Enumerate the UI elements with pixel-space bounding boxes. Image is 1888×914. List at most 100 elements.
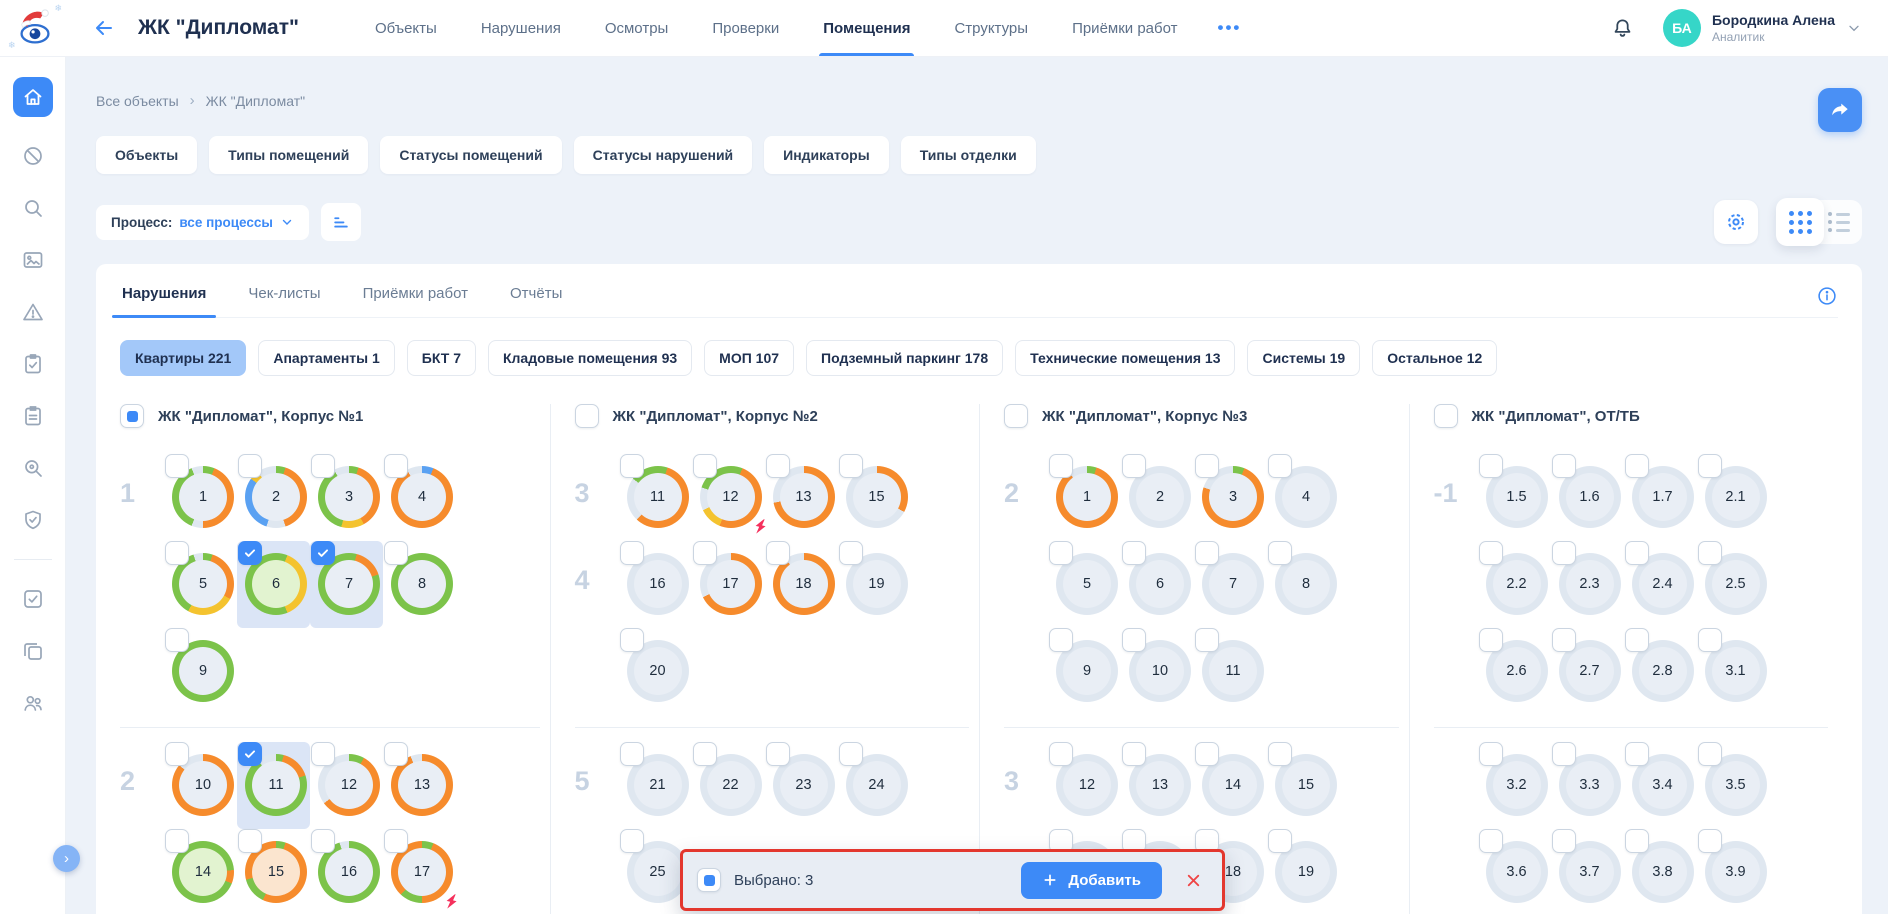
unit-cell[interactable]: 14 — [1194, 742, 1267, 829]
filter-button[interactable]: Индикаторы — [764, 136, 889, 174]
breadcrumb-all-objects[interactable]: Все объекты — [96, 93, 179, 109]
grid-view-button[interactable] — [1776, 198, 1824, 246]
building-checkbox[interactable] — [1004, 404, 1028, 428]
selection-checkbox[interactable] — [697, 868, 721, 892]
unit-checkbox[interactable] — [165, 628, 189, 652]
filter-button[interactable]: Статусы помещений — [380, 136, 561, 174]
unit-cell[interactable]: 2.4 — [1624, 541, 1697, 628]
unit-cell[interactable]: 2.5 — [1697, 541, 1770, 628]
unit-cell[interactable]: 11 — [237, 742, 310, 829]
unit-cell[interactable]: 10 — [1121, 628, 1194, 715]
search-tool-icon[interactable] — [20, 455, 46, 481]
unit-cell[interactable]: 19 — [838, 541, 911, 628]
unit-cell[interactable]: 7 — [1194, 541, 1267, 628]
unit-checkbox[interactable] — [1195, 742, 1219, 766]
filter-button[interactable]: Статусы нарушений — [574, 136, 753, 174]
shield-check-icon[interactable] — [20, 507, 46, 533]
unit-checkbox[interactable] — [1552, 541, 1576, 565]
unit-cell[interactable]: 14 — [164, 829, 237, 914]
unit-cell[interactable]: 2.6 — [1478, 628, 1551, 715]
unit-cell[interactable]: 11 — [619, 454, 692, 541]
unit-checkbox[interactable] — [1479, 829, 1503, 853]
info-icon[interactable] — [1816, 285, 1838, 307]
add-button[interactable]: Добавить — [1021, 862, 1162, 899]
room-type-chip[interactable]: Апартаменты 1 — [258, 340, 394, 376]
unit-checkbox[interactable] — [1698, 454, 1722, 478]
unit-checkbox[interactable] — [620, 742, 644, 766]
filter-button[interactable]: Объекты — [96, 136, 197, 174]
room-type-chip[interactable]: МОП 107 — [704, 340, 794, 376]
sort-button[interactable] — [321, 203, 361, 241]
nav-item[interactable]: Проверки — [712, 0, 779, 56]
unit-checkbox[interactable] — [384, 742, 408, 766]
unit-cell[interactable]: 23 — [765, 742, 838, 829]
nav-item[interactable]: Нарушения — [481, 0, 561, 56]
unit-checkbox[interactable] — [311, 829, 335, 853]
unit-checkbox[interactable] — [1625, 454, 1649, 478]
unit-checkbox[interactable] — [1698, 541, 1722, 565]
unit-cell[interactable]: 11 — [1194, 628, 1267, 715]
unit-cell[interactable]: 3.8 — [1624, 829, 1697, 914]
unit-checkbox[interactable] — [165, 454, 189, 478]
unit-checkbox[interactable] — [839, 541, 863, 565]
unit-cell[interactable]: 1.6 — [1551, 454, 1624, 541]
unit-checkbox[interactable] — [620, 628, 644, 652]
unit-cell[interactable]: 3 — [310, 454, 383, 541]
unit-cell[interactable]: 2.3 — [1551, 541, 1624, 628]
unit-checkbox[interactable] — [1268, 829, 1292, 853]
unit-cell[interactable]: 18 — [765, 541, 838, 628]
unit-checkbox[interactable] — [238, 454, 262, 478]
unit-checkbox[interactable] — [1552, 628, 1576, 652]
unit-cell[interactable]: 13 — [1121, 742, 1194, 829]
unit-checkbox[interactable] — [1625, 541, 1649, 565]
unit-checkbox[interactable] — [766, 541, 790, 565]
unit-cell[interactable]: 3.2 — [1478, 742, 1551, 829]
home-icon[interactable] — [13, 77, 53, 117]
unit-cell[interactable]: 4 — [383, 454, 456, 541]
unit-checkbox[interactable] — [1049, 628, 1073, 652]
nav-item[interactable]: Осмотры — [605, 0, 669, 56]
sidebar-expand-button[interactable]: › — [53, 845, 80, 872]
unit-checkbox[interactable] — [839, 742, 863, 766]
unit-checkbox[interactable] — [165, 541, 189, 565]
unit-cell[interactable]: 21 — [619, 742, 692, 829]
room-type-chip[interactable]: Кладовые помещения 93 — [488, 340, 692, 376]
filter-button[interactable]: Типы помещений — [209, 136, 368, 174]
unit-checkbox[interactable] — [311, 541, 335, 565]
tab[interactable]: Чек-листы — [246, 285, 322, 317]
unit-cell[interactable]: 15 — [237, 829, 310, 914]
clipboard-list-icon[interactable] — [20, 403, 46, 429]
unit-checkbox[interactable] — [238, 541, 262, 565]
room-type-chip[interactable]: Квартиры 221 — [120, 340, 246, 376]
building-checkbox[interactable] — [575, 404, 599, 428]
unit-cell[interactable]: 6 — [1121, 541, 1194, 628]
unit-cell[interactable]: 16 — [619, 541, 692, 628]
unit-cell[interactable]: 13 — [383, 742, 456, 829]
unit-cell[interactable]: 2.8 — [1624, 628, 1697, 715]
unit-cell[interactable]: 3 — [1194, 454, 1267, 541]
unit-cell[interactable]: 8 — [383, 541, 456, 628]
nav-item[interactable]: Объекты — [375, 0, 437, 56]
team-icon[interactable] — [20, 690, 46, 716]
unit-cell[interactable]: 2 — [1121, 454, 1194, 541]
warning-icon[interactable] — [20, 299, 46, 325]
unit-checkbox[interactable] — [1049, 742, 1073, 766]
search-icon[interactable] — [20, 195, 46, 221]
unit-cell[interactable]: 3.5 — [1697, 742, 1770, 829]
unit-checkbox[interactable] — [165, 829, 189, 853]
unit-checkbox[interactable] — [1625, 829, 1649, 853]
unit-cell[interactable]: 24 — [838, 742, 911, 829]
unit-cell[interactable]: 4 — [1267, 454, 1340, 541]
unit-checkbox[interactable] — [1268, 742, 1292, 766]
unit-checkbox[interactable] — [1479, 742, 1503, 766]
unit-cell[interactable]: 3.4 — [1624, 742, 1697, 829]
building-checkbox[interactable] — [1434, 404, 1458, 428]
unit-cell[interactable]: 12 — [692, 454, 765, 541]
unit-checkbox[interactable] — [693, 742, 717, 766]
unit-cell[interactable]: 6 — [237, 541, 310, 628]
unit-cell[interactable]: 2.2 — [1478, 541, 1551, 628]
unit-cell[interactable]: 3.1 — [1697, 628, 1770, 715]
notifications-bell-icon[interactable] — [1610, 16, 1635, 41]
unit-cell[interactable]: 9 — [1048, 628, 1121, 715]
box-check-icon[interactable] — [20, 586, 46, 612]
